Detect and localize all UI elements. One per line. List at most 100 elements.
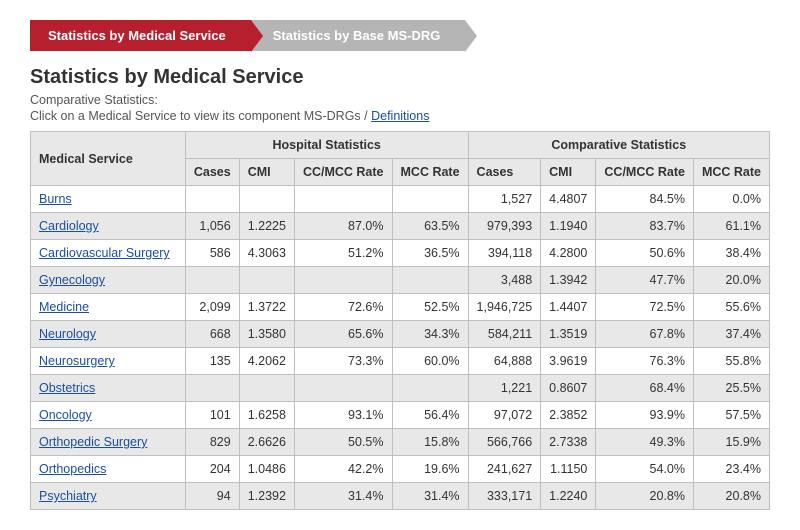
cell-c_mcc: 20.0% (693, 267, 769, 294)
cell-c_ccmcc: 47.7% (596, 267, 694, 294)
col-header-mcc: MCC Rate (392, 159, 468, 186)
cell-h_cmi: 2.6626 (239, 429, 294, 456)
service-cell: Orthopedics (31, 456, 186, 483)
cell-h_cases: 1,056 (185, 213, 239, 240)
cell-h_mcc: 56.4% (392, 402, 468, 429)
cell-c_cases: 64,888 (468, 348, 541, 375)
cell-c_cases: 566,766 (468, 429, 541, 456)
cell-c_ccmcc: 72.5% (596, 294, 694, 321)
tab-medical-service[interactable]: Statistics by Medical Service (30, 20, 251, 51)
cell-c_cases: 241,627 (468, 456, 541, 483)
col-group-comparative: Comparative Statistics (468, 132, 769, 159)
cell-h_cases (185, 267, 239, 294)
table-row: Cardiology 1,0561.222587.0%63.5%979,3931.… (31, 213, 770, 240)
cell-h_ccmcc: 87.0% (294, 213, 392, 240)
cell-h_cases: 135 (185, 348, 239, 375)
cell-h_mcc (392, 186, 468, 213)
cell-c_ccmcc: 54.0% (596, 456, 694, 483)
cell-c_cmi: 3.9619 (541, 348, 596, 375)
service-cell: Gynecology (31, 267, 186, 294)
cell-c_cmi: 1.1940 (541, 213, 596, 240)
table-row: Orthopedics2041.048642.2%19.6%241,6271.1… (31, 456, 770, 483)
service-link[interactable]: Neurosurgery (39, 354, 115, 368)
service-link[interactable]: Psychiatry (39, 489, 97, 503)
cell-c_cases: 394,118 (468, 240, 541, 267)
tab-base-msdrg[interactable]: Statistics by Base MS-DRG (245, 20, 466, 51)
table-row: Psychiatry941.239231.4%31.4%333,1711.224… (31, 483, 770, 510)
subtitle: Comparative Statistics: (30, 93, 770, 107)
table-row: Oncology1011.625893.1%56.4%97,0722.38529… (31, 402, 770, 429)
cell-h_mcc (392, 375, 468, 402)
cell-h_ccmcc: 50.5% (294, 429, 392, 456)
service-link[interactable]: Cardiology (39, 219, 99, 233)
col-header-cmi: CMI (541, 159, 596, 186)
cell-c_cases: 97,072 (468, 402, 541, 429)
cell-h_mcc: 63.5% (392, 213, 468, 240)
table-row: Burns1,5274.480784.5%0.0% (31, 186, 770, 213)
col-header-cmi: CMI (239, 159, 294, 186)
service-link[interactable]: Orthopedic Surgery (39, 435, 147, 449)
service-link[interactable]: Obstetrics (39, 381, 95, 395)
service-cell: Cardiovascular Surgery (31, 240, 186, 267)
service-link[interactable]: Cardiovascular Surgery (39, 246, 170, 260)
table-row: Medicine2,0991.372272.6%52.5%1,946,7251.… (31, 294, 770, 321)
service-cell: Neurology (31, 321, 186, 348)
cell-h_cmi: 1.3722 (239, 294, 294, 321)
col-header-service: Medical Service (31, 132, 186, 186)
cell-c_cmi: 1.1150 (541, 456, 596, 483)
cell-c_ccmcc: 20.8% (596, 483, 694, 510)
cell-h_cmi: 1.0486 (239, 456, 294, 483)
cell-h_ccmcc: 72.6% (294, 294, 392, 321)
service-cell: Cardiology (31, 213, 186, 240)
service-link[interactable]: Gynecology (39, 273, 105, 287)
page-title: Statistics by Medical Service (30, 66, 770, 89)
cell-c_mcc: 0.0% (693, 186, 769, 213)
service-cell: Oncology (31, 402, 186, 429)
statistics-table: Medical Service Hospital Statistics Comp… (30, 131, 770, 510)
table-row: Orthopedic Surgery8292.662650.5%15.8%566… (31, 429, 770, 456)
cell-c_mcc: 55.6% (693, 294, 769, 321)
service-link[interactable]: Neurology (39, 327, 96, 341)
cell-c_cases: 1,527 (468, 186, 541, 213)
cell-h_cmi: 1.2225 (239, 213, 294, 240)
service-link[interactable]: Medicine (39, 300, 89, 314)
cell-h_cmi (239, 186, 294, 213)
hint-prefix: Click on a Medical Service to view its c… (30, 109, 371, 123)
cell-h_ccmcc (294, 375, 392, 402)
cell-c_ccmcc: 67.8% (596, 321, 694, 348)
cell-c_ccmcc: 76.3% (596, 348, 694, 375)
service-link[interactable]: Oncology (39, 408, 92, 422)
table-row: Neurology6681.358065.6%34.3%584,2111.351… (31, 321, 770, 348)
cell-c_cases: 1,221 (468, 375, 541, 402)
cell-c_mcc: 25.5% (693, 375, 769, 402)
cell-c_mcc: 38.4% (693, 240, 769, 267)
cell-c_ccmcc: 68.4% (596, 375, 694, 402)
service-link[interactable]: Burns (39, 192, 72, 206)
service-cell: Orthopedic Surgery (31, 429, 186, 456)
hint-text: Click on a Medical Service to view its c… (30, 109, 770, 123)
cell-h_mcc: 19.6% (392, 456, 468, 483)
col-header-ccmcc: CC/MCC Rate (294, 159, 392, 186)
cell-c_cmi: 1.3942 (541, 267, 596, 294)
cell-c_cases: 979,393 (468, 213, 541, 240)
service-cell: Neurosurgery (31, 348, 186, 375)
service-cell: Psychiatry (31, 483, 186, 510)
table-row: Neurosurgery1354.206273.3%60.0%64,8883.9… (31, 348, 770, 375)
service-link[interactable]: Orthopedics (39, 462, 106, 476)
cell-c_cmi: 1.3519 (541, 321, 596, 348)
cell-c_ccmcc: 84.5% (596, 186, 694, 213)
definitions-link[interactable]: Definitions (371, 109, 429, 123)
cell-c_mcc: 55.8% (693, 348, 769, 375)
cell-h_cmi: 1.3580 (239, 321, 294, 348)
cell-c_mcc: 23.4% (693, 456, 769, 483)
cell-c_cmi: 2.3852 (541, 402, 596, 429)
cell-h_cases (185, 375, 239, 402)
cell-h_cmi: 4.3063 (239, 240, 294, 267)
table-row: Cardiovascular Surgery5864.306351.2%36.5… (31, 240, 770, 267)
cell-c_cases: 3,488 (468, 267, 541, 294)
cell-c_cmi: 0.8607 (541, 375, 596, 402)
cell-h_cases: 586 (185, 240, 239, 267)
cell-h_ccmcc: 73.3% (294, 348, 392, 375)
cell-h_cmi: 4.2062 (239, 348, 294, 375)
cell-h_mcc: 15.8% (392, 429, 468, 456)
